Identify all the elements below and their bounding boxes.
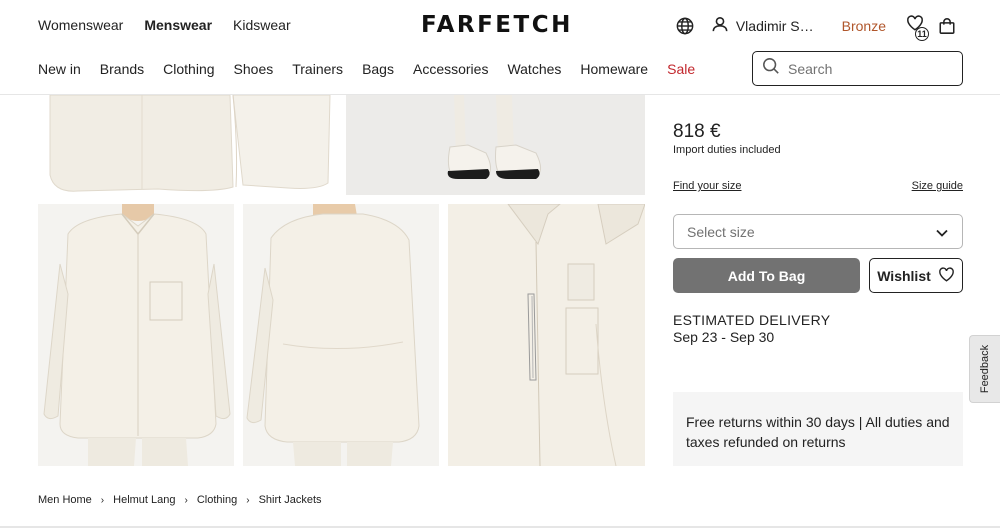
product-image-top-right[interactable] [346,95,645,195]
farfetch-logo[interactable]: FARFETCH [421,12,573,38]
user-name: Vladimir S… [735,17,814,34]
find-your-size-link[interactable]: Find your size [673,180,741,192]
size-guide-link[interactable]: Size guide [912,180,963,192]
gender-nav: Womenswear Menswear Kidswear [38,17,291,33]
membership-tier[interactable]: Bronze [842,18,886,34]
nav-menswear[interactable]: Menswear [144,17,212,33]
nav-bags[interactable]: Bags [362,61,394,77]
chevron-right-icon: › [246,494,250,506]
duties-note: Import duties included [673,144,781,156]
search-icon [762,57,780,80]
chevron-right-icon: › [184,494,188,506]
nav-kidswear[interactable]: Kidswear [233,17,291,33]
delivery-dates: Sep 23 - Sep 30 [673,329,775,345]
product-image-detail[interactable] [448,204,645,466]
heart-icon [938,266,955,285]
user-icon [712,16,728,35]
search-input[interactable] [788,60,948,77]
returns-line-2: taxes refunded on returns [686,434,846,450]
nav-new-in[interactable]: New in [38,61,81,77]
add-to-bag-button[interactable]: Add To Bag [673,258,860,293]
header: Womenswear Menswear Kidswear FARFETCH Vl… [0,0,1000,50]
breadcrumb-helmut-lang[interactable]: Helmut Lang [113,494,175,506]
breadcrumb-men-home[interactable]: Men Home [38,494,92,506]
wishlist-header-button[interactable]: 11 [906,14,929,41]
feedback-tab[interactable]: Feedback [969,335,1000,403]
product-image-front[interactable] [38,204,234,466]
nav-brands[interactable]: Brands [100,61,144,77]
header-actions: Vladimir S… Bronze 11 [676,14,956,41]
product-image-top-left[interactable] [38,95,334,195]
returns-info: Free returns within 30 days | All duties… [673,392,963,466]
product-image-back[interactable] [243,204,439,466]
nav-accessories[interactable]: Accessories [413,61,488,77]
size-select[interactable]: Select size [673,214,963,249]
nav-clothing[interactable]: Clothing [163,61,214,77]
chevron-right-icon: › [100,494,105,506]
breadcrumb: Men Home › Helmut Lang › Clothing › Shir… [38,494,322,506]
account-button[interactable]: Vladimir S… [712,16,814,35]
nav-womenswear[interactable]: Womenswear [38,17,123,33]
wishlist-button-label: Wishlist [877,267,931,284]
globe-icon[interactable] [676,17,694,35]
nav-sale[interactable]: Sale [667,61,695,77]
returns-line-1: Free returns within 30 days | All duties… [686,414,950,430]
wishlist-count-badge: 11 [915,27,929,41]
size-select-label: Select size [687,223,755,240]
wishlist-button[interactable]: Wishlist [869,258,963,293]
nav-trainers[interactable]: Trainers [292,61,343,77]
chevron-down-icon [936,224,948,240]
nav-watches[interactable]: Watches [507,61,561,77]
search-bar[interactable] [752,51,963,86]
category-nav: New in Brands Clothing Shoes Trainers Ba… [38,61,695,77]
bag-icon[interactable] [938,17,956,35]
breadcrumb-shirt-jackets[interactable]: Shirt Jackets [259,494,322,506]
breadcrumb-clothing[interactable]: Clothing [197,494,237,506]
nav-shoes[interactable]: Shoes [234,61,274,77]
nav-homeware[interactable]: Homeware [580,61,648,77]
estimated-delivery-title: ESTIMATED DELIVERY [673,312,831,328]
feedback-label: Feedback [979,344,991,394]
product-price: 818 € [673,121,721,142]
